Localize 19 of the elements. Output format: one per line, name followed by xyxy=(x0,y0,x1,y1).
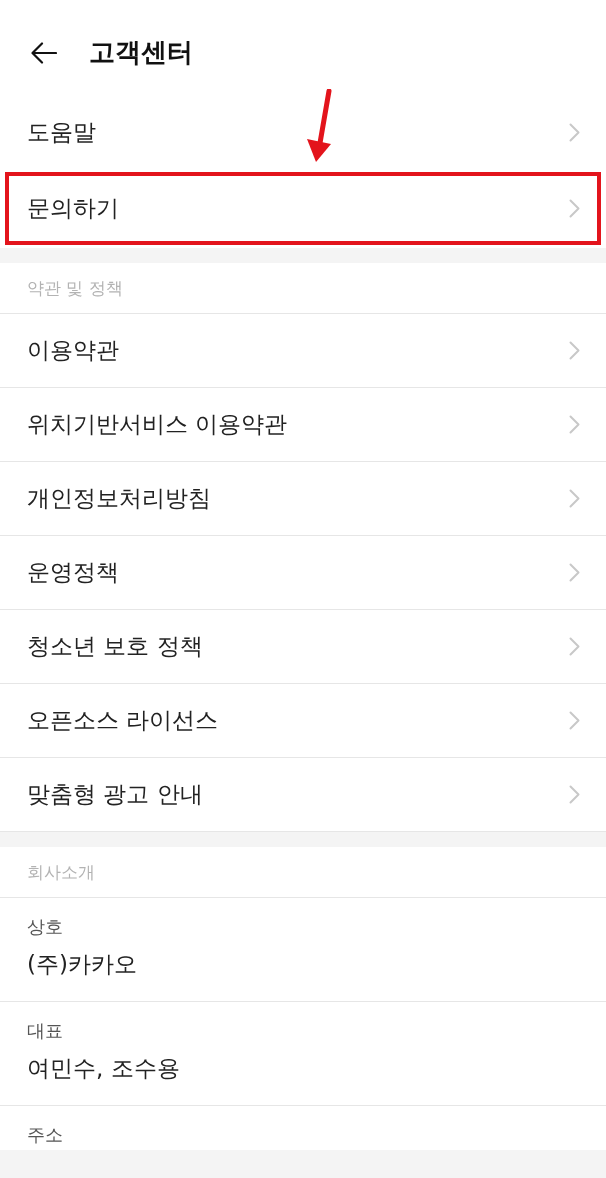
chevron-right-icon xyxy=(569,341,580,360)
back-button[interactable] xyxy=(31,41,57,64)
chevron-right-icon xyxy=(569,123,580,142)
info-label: 주소 xyxy=(27,1123,63,1147)
info-value: 여민수, 조수용 xyxy=(27,1054,180,1083)
chevron-right-icon xyxy=(569,489,580,508)
chevron-right-icon xyxy=(569,785,580,804)
back-arrow-icon xyxy=(31,41,57,64)
info-label: 상호 xyxy=(27,915,63,939)
menu-item[interactable]: 문의하기 xyxy=(5,172,601,245)
info-label: 대표 xyxy=(27,1019,63,1043)
chevron-right-icon xyxy=(569,711,580,730)
chevron-right-icon xyxy=(569,563,580,582)
info-value: (주)카카오 xyxy=(27,950,137,979)
chevron-right-icon xyxy=(569,199,580,218)
page-title: 고객센터 xyxy=(89,36,193,69)
chevron-right-icon xyxy=(569,415,580,434)
section-header: 회사소개 xyxy=(0,847,606,898)
chevron-right-icon xyxy=(569,637,580,656)
